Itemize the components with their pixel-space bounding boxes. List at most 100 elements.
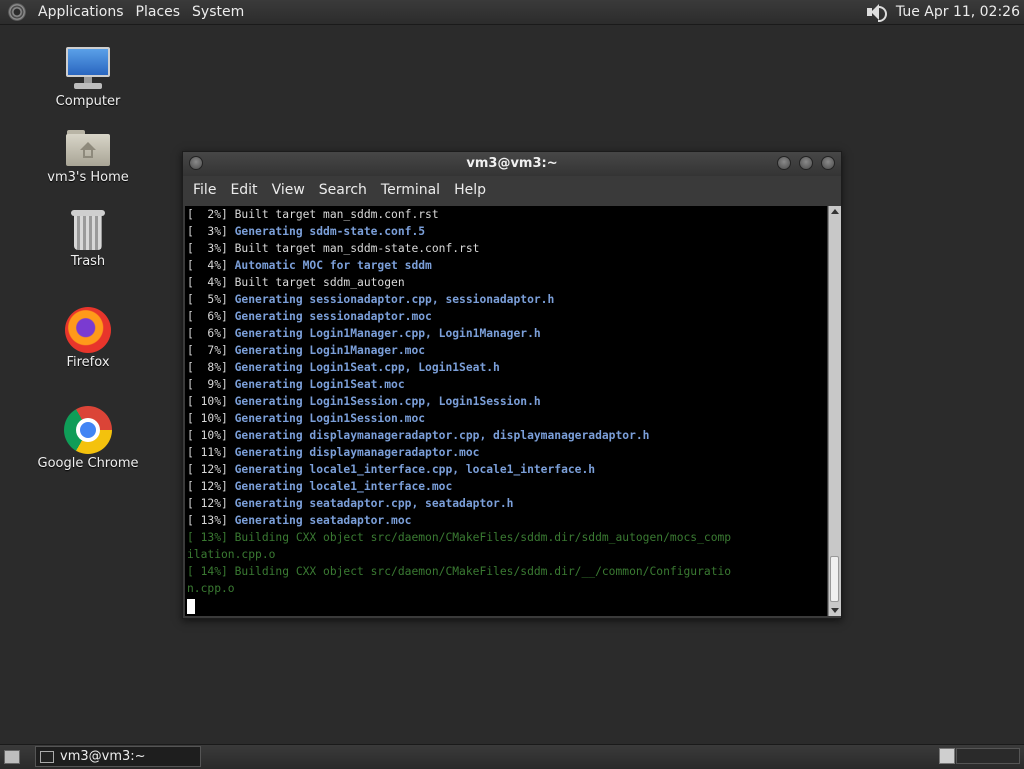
terminal-scrollbar[interactable]	[828, 206, 841, 616]
line-text: Automatic MOC for target sddm	[234, 259, 432, 272]
progress-prefix: [ 3%]	[187, 242, 235, 255]
desktop-icon-computer[interactable]: Computer	[33, 46, 143, 109]
progress-prefix: [ 8%]	[187, 361, 235, 374]
progress-prefix: [ 6%]	[187, 327, 235, 340]
line-text: Generating Login1Manager.moc	[234, 344, 426, 357]
terminal-line: [ 11%] Generating displaymanageradaptor.…	[187, 444, 827, 461]
line-text: Building CXX object src/daemon/CMakeFile…	[234, 565, 732, 578]
terminal-line: [ 14%] Building CXX object src/daemon/CM…	[187, 563, 827, 580]
terminal-line: [ 12%] Generating seatadaptor.cpp, seata…	[187, 495, 827, 512]
home-folder-icon	[65, 128, 111, 168]
scrollbar-thumb[interactable]	[830, 556, 839, 602]
terminal-output[interactable]: [ 2%] Built target man_sddm.conf.rst[ 3%…	[185, 206, 827, 616]
terminal-line: [ 10%] Generating displaymanageradaptor.…	[187, 427, 827, 444]
terminal-line: [ 3%] Built target man_sddm-state.conf.r…	[187, 240, 827, 257]
line-text: Generating sessionadaptor.cpp, sessionad…	[234, 293, 555, 306]
desktop-icon-label: Computer	[55, 94, 121, 109]
line-text: Generating Login1Manager.cpp, Login1Mana…	[234, 327, 541, 340]
progress-prefix: [ 12%]	[187, 480, 235, 493]
terminal-line: [ 12%] Generating locale1_interface.cpp,…	[187, 461, 827, 478]
top-panel: Applications Places System Tue Apr 11, 0…	[0, 0, 1024, 25]
terminal-line: [ 12%] Generating locale1_interface.moc	[187, 478, 827, 495]
maximize-button[interactable]	[799, 156, 813, 170]
progress-prefix: [ 5%]	[187, 293, 235, 306]
applications-menu[interactable]: Applications	[32, 4, 130, 20]
system-menu[interactable]: System	[186, 4, 250, 20]
menu-file[interactable]: File	[187, 182, 224, 198]
gnome-logo-icon[interactable]	[8, 3, 26, 21]
line-text: Generating seatadaptor.moc	[234, 514, 412, 527]
progress-prefix: [ 10%]	[187, 395, 235, 408]
progress-prefix: [ 10%]	[187, 429, 235, 442]
terminal-line: [ 13%] Generating seatadaptor.moc	[187, 512, 827, 529]
clock[interactable]: Tue Apr 11, 02:26	[896, 4, 1020, 20]
volume-icon[interactable]	[866, 3, 887, 22]
menu-view[interactable]: View	[266, 182, 313, 198]
line-text: n.cpp.o	[187, 582, 235, 595]
terminal-line: [ 13%] Building CXX object src/daemon/CM…	[187, 529, 827, 546]
terminal-line: [ 6%] Generating Login1Manager.cpp, Logi…	[187, 325, 827, 342]
bottom-panel: vm3@vm3:~	[0, 744, 1024, 769]
progress-prefix: [ 11%]	[187, 446, 235, 459]
terminal-text: [ 2%] Built target man_sddm.conf.rst[ 3%…	[185, 206, 827, 614]
line-text: Generating Login1Seat.cpp, Login1Seat.h	[234, 361, 500, 374]
terminal-line: [ 5%] Generating sessionadaptor.cpp, ses…	[187, 291, 827, 308]
progress-prefix: [ 13%]	[187, 531, 235, 544]
desktop-icon-label: vm3's Home	[47, 170, 129, 185]
chrome-icon	[64, 406, 112, 454]
terminal-cursor-line	[187, 597, 827, 614]
terminal-line: [ 10%] Generating Login1Session.moc	[187, 410, 827, 427]
line-text: Built target man_sddm.conf.rst	[234, 208, 439, 221]
scroll-up-icon[interactable]	[831, 209, 839, 214]
window-titlebar[interactable]: vm3@vm3:~	[183, 152, 841, 176]
desktop-icon-trash[interactable]: Trash	[33, 208, 143, 269]
terminal-line: [ 10%] Generating Login1Session.cpp, Log…	[187, 393, 827, 410]
panel-tray: Tue Apr 11, 02:26	[866, 0, 1020, 24]
progress-prefix: [ 6%]	[187, 310, 235, 323]
line-text: Generating displaymanageradaptor.moc	[234, 446, 480, 459]
terminal-line: [ 3%] Generating sddm-state.conf.5	[187, 223, 827, 240]
progress-prefix: [ 14%]	[187, 565, 235, 578]
terminal-line: [ 2%] Built target man_sddm.conf.rst	[187, 206, 827, 223]
line-text: Building CXX object src/daemon/CMakeFile…	[234, 531, 732, 544]
window-title: vm3@vm3:~	[466, 156, 558, 171]
workspace-1[interactable]	[939, 748, 955, 764]
taskbar-label: vm3@vm3:~	[60, 749, 146, 764]
desktop-icon-home[interactable]: vm3's Home	[33, 128, 143, 185]
line-text: Generating Login1Session.moc	[234, 412, 426, 425]
firefox-icon	[65, 307, 111, 353]
line-text: Generating displaymanageradaptor.cpp, di…	[234, 429, 650, 442]
progress-prefix: [ 9%]	[187, 378, 235, 391]
menu-help[interactable]: Help	[448, 182, 494, 198]
desktop-icon-label: Firefox	[66, 355, 110, 370]
scroll-down-icon[interactable]	[831, 608, 839, 613]
close-button[interactable]	[821, 156, 835, 170]
desktop-icon-label: Trash	[70, 254, 106, 269]
line-text: ilation.cpp.o	[187, 548, 276, 561]
line-text: Built target man_sddm-state.conf.rst	[234, 242, 480, 255]
progress-prefix: [ 3%]	[187, 225, 235, 238]
taskbar-button-terminal[interactable]: vm3@vm3:~	[35, 746, 201, 767]
terminal-line: [ 4%] Built target sddm_autogen	[187, 274, 827, 291]
menu-terminal[interactable]: Terminal	[375, 182, 448, 198]
minimize-button[interactable]	[777, 156, 791, 170]
terminal-icon	[40, 750, 54, 763]
places-menu[interactable]: Places	[130, 4, 187, 20]
progress-prefix: [ 4%]	[187, 259, 235, 272]
workspace-2[interactable]	[956, 748, 1020, 764]
progress-prefix: [ 2%]	[187, 208, 235, 221]
desktop-icon-chrome[interactable]: Google Chrome	[33, 406, 143, 471]
line-text: Generating seatadaptor.cpp, seatadaptor.…	[234, 497, 514, 510]
menu-search[interactable]: Search	[313, 182, 375, 198]
line-text: Built target sddm_autogen	[234, 276, 405, 289]
desktop-icon-firefox[interactable]: Firefox	[33, 307, 143, 370]
progress-prefix: [ 12%]	[187, 497, 235, 510]
trash-icon	[69, 208, 107, 252]
terminal-line: ilation.cpp.o	[187, 546, 827, 563]
line-text: Generating Login1Session.cpp, Login1Sess…	[234, 395, 541, 408]
show-desktop-icon[interactable]	[4, 750, 20, 764]
menu-edit[interactable]: Edit	[224, 182, 265, 198]
line-text: Generating sddm-state.conf.5	[234, 225, 426, 238]
text-cursor	[187, 598, 195, 614]
terminal-line: [ 7%] Generating Login1Manager.moc	[187, 342, 827, 359]
